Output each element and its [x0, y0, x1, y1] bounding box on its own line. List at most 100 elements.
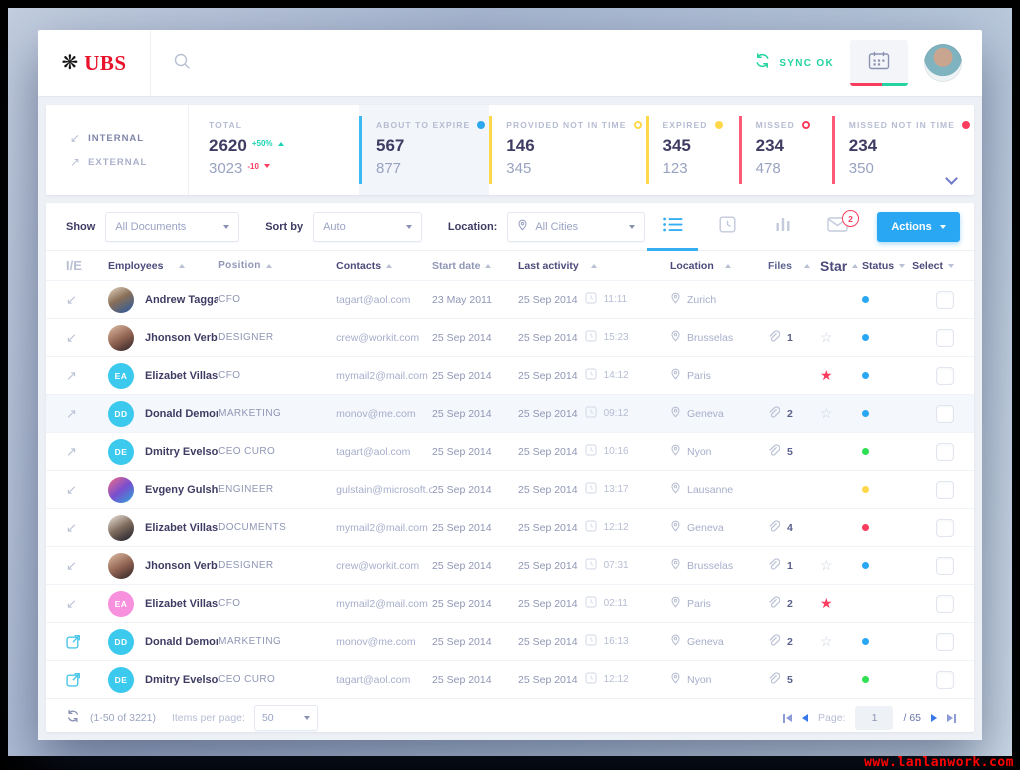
page-input[interactable] [855, 706, 894, 730]
clock-icon [584, 634, 597, 649]
external-legend[interactable]: ↗ EXTERNAL [70, 155, 188, 169]
stat-card[interactable]: PROVIDED NOT IN TIME 146 345 [489, 105, 645, 195]
row-checkbox[interactable] [936, 404, 954, 423]
row-checkbox[interactable] [936, 328, 954, 347]
calendar-icon [867, 51, 891, 76]
sort-select[interactable]: Auto [313, 211, 422, 242]
column-header-start-date[interactable]: Start date [432, 260, 518, 272]
start-date-cell: 25 Sep 2014 [432, 483, 492, 496]
mail-view-tab[interactable]: 2 [810, 203, 865, 250]
table-row[interactable]: ↙ Elizabet Villasa DOCUMENTS mymail2@mai… [46, 508, 974, 546]
column-header-last-activity[interactable]: Last activity [518, 260, 670, 272]
desktop-background: ❋ UBS SYNC OK ↙ INTERNAL ↗ EXTERNAL TOTA… [8, 8, 1012, 756]
row-checkbox[interactable] [936, 366, 954, 385]
position-cell: DESIGNER [218, 332, 274, 343]
internal-legend[interactable]: ↙ INTERNAL [70, 131, 188, 145]
files-count: 2 [787, 597, 793, 610]
chart-view-tab[interactable] [755, 203, 810, 250]
table-row[interactable]: DD Donald Demonov MARKETING monov@me.com… [46, 622, 974, 660]
star-icon[interactable]: ☆ [820, 633, 858, 650]
table-row[interactable]: ↙ Jhonson Verbitum DESIGNER crew@workit.… [46, 318, 974, 356]
table-row[interactable]: ↗ EA Elizabet Villasa CFO mymail2@mail.c… [46, 356, 974, 394]
items-per-page-select[interactable]: 50 [253, 705, 318, 731]
column-header-position[interactable]: Position [218, 260, 336, 271]
stat-label: PROVIDED NOT IN TIME [506, 120, 627, 130]
documents-filter-value: All Documents [115, 220, 187, 233]
row-checkbox[interactable] [936, 290, 954, 309]
activity-time: 02:11 [603, 598, 628, 609]
previous-page-button[interactable] [802, 714, 809, 722]
star-icon[interactable]: ☆ [820, 405, 858, 422]
row-checkbox[interactable] [936, 480, 954, 499]
avatar [108, 324, 134, 351]
table-row[interactable]: DE Dmitry Evelson CEO CURO tagart@aol.co… [46, 660, 974, 698]
row-checkbox[interactable] [936, 518, 954, 537]
contact-cell: gulstain@microsoft.com [336, 483, 432, 496]
files-count: 2 [787, 635, 793, 648]
table-row[interactable]: ↙ Evgeny Gulshtein ENGINEER gulstain@mic… [46, 470, 974, 508]
clock-icon [584, 444, 597, 459]
last-page-button[interactable] [947, 713, 956, 723]
star-icon[interactable]: ☆ [820, 329, 858, 346]
files-cell: 2 [768, 405, 820, 422]
agenda-view-tab[interactable] [700, 203, 755, 250]
actions-label: Actions [891, 220, 932, 233]
position-cell: ENGINEER [218, 484, 274, 495]
star-icon[interactable]: ☆ [820, 557, 858, 574]
row-checkbox[interactable] [936, 632, 954, 651]
table-row[interactable]: ↙ Jhonson Verbitum DESIGNER crew@workit.… [46, 546, 974, 584]
sync-icon [754, 52, 771, 74]
activity-date: 25 Sep 2014 [518, 483, 578, 496]
employee-name: Elizabet Villasa [145, 521, 219, 534]
location-select[interactable]: All Cities [507, 211, 646, 242]
column-header-location[interactable]: Location [670, 260, 768, 272]
column-header-star[interactable]: Star [820, 258, 859, 274]
activity-date: 25 Sep 2014 [518, 293, 578, 306]
column-header-files[interactable]: Files [768, 260, 820, 272]
table-row[interactable]: ↗ DE Dmitry Evelson CEO CURO tagart@aol.… [46, 432, 974, 470]
row-checkbox[interactable] [936, 556, 954, 575]
list-view-tab[interactable] [645, 203, 700, 251]
star-icon[interactable]: ★ [820, 595, 858, 612]
row-checkbox[interactable] [936, 670, 954, 689]
documents-filter-select[interactable]: All Documents [105, 211, 240, 242]
table-row[interactable]: ↗ DD Donald Demonov MARKETING monov@me.c… [46, 394, 974, 432]
stat-card[interactable]: ABOUT TO EXPIRE 567 877 [359, 105, 490, 195]
table-row[interactable]: ↙ EA Elizabet Villasa CFO mymail2@mail.c… [46, 584, 974, 622]
stat-card[interactable]: EXPIRED 345 123 [645, 105, 739, 195]
first-page-button[interactable] [783, 713, 793, 723]
header-right: SYNC OK [754, 30, 982, 96]
result-range: (1-50 of 3221) [90, 712, 156, 724]
star-icon[interactable]: ★ [820, 367, 858, 384]
row-checkbox[interactable] [936, 594, 954, 613]
clock-icon [584, 292, 597, 307]
ie-direction-icon: ↙ [66, 557, 77, 573]
ie-legend: ↙ INTERNAL ↗ EXTERNAL [46, 105, 189, 195]
actions-button[interactable]: Actions [877, 211, 960, 242]
stat-card[interactable]: MISSED 234 478 [738, 105, 832, 195]
sync-status[interactable]: SYNC OK [754, 52, 834, 74]
sort-value: Auto [323, 220, 346, 233]
show-label: Show [66, 220, 96, 233]
stat-dot-icon [477, 121, 486, 129]
employee-name: Jhonson Verbitum [145, 331, 218, 344]
clock-icon [584, 482, 597, 497]
column-header-employees[interactable]: Employees [108, 260, 218, 272]
row-checkbox[interactable] [936, 442, 954, 461]
column-header-status[interactable]: Status [858, 260, 908, 272]
table-row[interactable]: ↙ Andrew Taggart CFO tagart@aol.com 23 M… [46, 280, 974, 318]
column-header-i-e[interactable]: I/E [66, 258, 108, 273]
files-cell: 1 [768, 557, 820, 574]
search-icon[interactable] [173, 52, 191, 75]
clock-icon [584, 558, 597, 573]
column-header-contacts[interactable]: Contacts [336, 260, 432, 272]
calendar-button[interactable] [850, 40, 908, 86]
table-rows: ↙ Andrew Taggart CFO tagart@aol.com 23 M… [46, 280, 974, 698]
refresh-icon[interactable] [66, 709, 80, 728]
user-avatar[interactable] [924, 44, 962, 82]
next-page-button[interactable] [931, 714, 937, 722]
column-header-select[interactable]: Select [908, 260, 954, 272]
stat-label: EXPIRED [662, 120, 708, 130]
contact-cell: tagart@aol.com [336, 445, 411, 458]
stat-internal-value: 146 [506, 136, 535, 155]
